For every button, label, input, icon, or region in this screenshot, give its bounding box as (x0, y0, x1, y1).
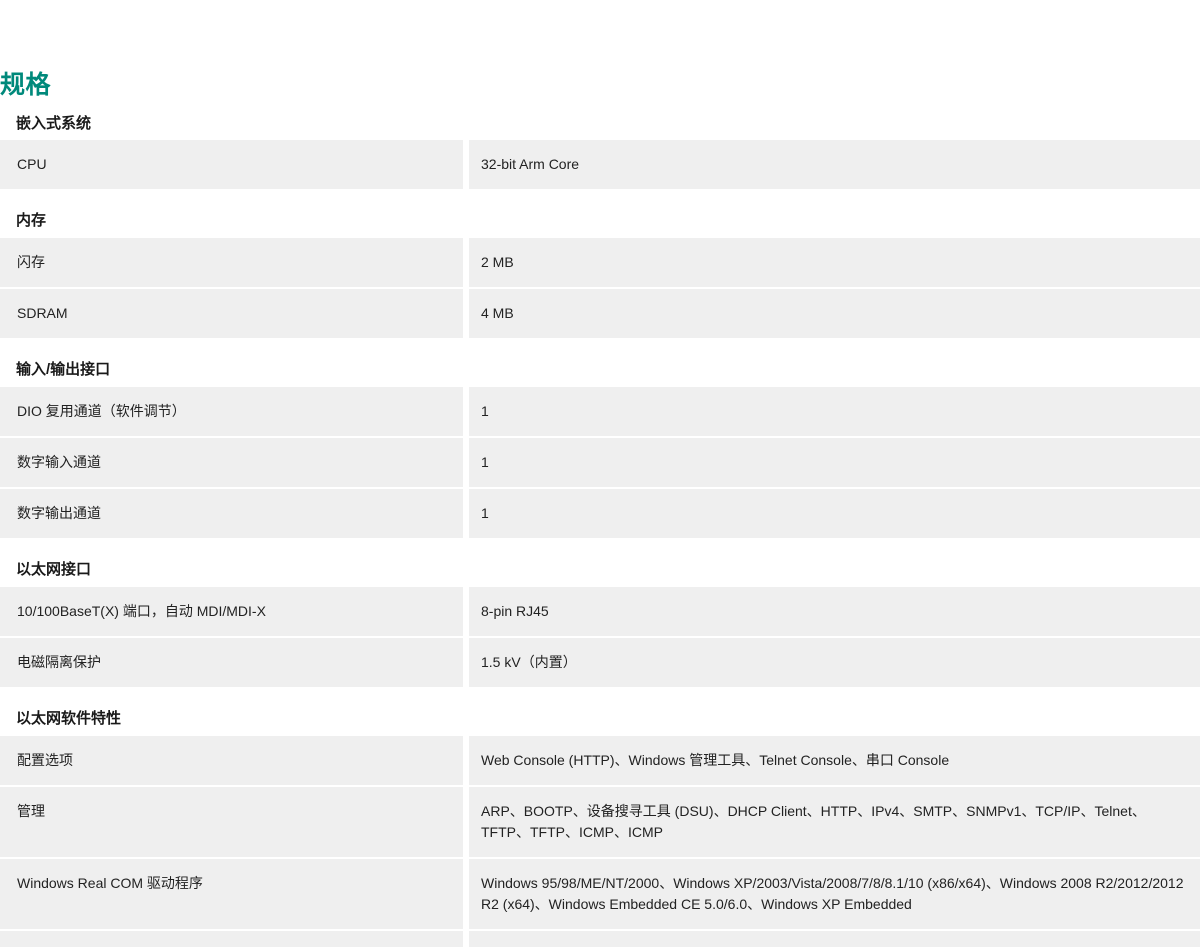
spec-group-rows: 闪存 2 MB SDRAM 4 MB (0, 238, 1200, 338)
table-row: 闪存 2 MB (0, 238, 1200, 287)
spec-value-cell: 32-bit Arm Core (469, 140, 1200, 189)
spec-group-rows: 10/100BaseT(X) 端口，自动 MDI/MDI-X 8-pin RJ45… (0, 587, 1200, 687)
spec-label-cell: 数字输出通道 (0, 489, 463, 538)
table-row: 电磁隔离保护 1.5 kV（内置） (0, 638, 1200, 687)
spec-value-cell: ARP、BOOTP、设备搜寻工具 (DSU)、DHCP Client、HTTP、… (469, 787, 1200, 857)
spec-label-cell: 配置选项 (0, 736, 463, 785)
spec-group: 以太网软件特性配置选项 Web Console (HTTP)、Windows 管理… (0, 704, 1200, 947)
spec-value-cell: 8-pin RJ45 (469, 587, 1200, 636)
spec-label-cell: 管理 (0, 787, 463, 857)
table-row: Windows Real COM 驱动程序 Windows 95/98/ME/NT… (0, 859, 1200, 929)
spec-group: 以太网接口 10/100BaseT(X) 端口，自动 MDI/MDI-X 8-pin… (0, 555, 1200, 687)
spec-label-cell: DIO 复用通道（软件调节） (0, 387, 463, 436)
spec-value-cell: 1.5 kV（内置） (469, 638, 1200, 687)
spec-label-cell: 闪存 (0, 238, 463, 287)
table-row: Linux Real TTY 驱动程序内核版本：2.4.x、2.6.x、3.x、… (0, 931, 1200, 947)
spec-group-heading: 内存 (16, 212, 47, 229)
table-row: 数字输出通道 1 (0, 489, 1200, 538)
specifications-table: 嵌入式系统 CPU 32-bit Arm Core 内存闪存 2 MB SDRAM 4 MB… (0, 110, 1200, 947)
table-row: SDRAM 4 MB (0, 289, 1200, 338)
spec-group-heading: 以太网软件特性 (16, 710, 122, 727)
table-row: 数字输入通道 1 (0, 438, 1200, 487)
spec-value-cell: 1 (469, 387, 1200, 436)
spec-label-cell: 数字输入通道 (0, 438, 463, 487)
spec-group-rows: CPU 32-bit Arm Core (0, 140, 1200, 189)
spec-label-cell: SDRAM (0, 289, 463, 338)
spec-group-heading: 以太网接口 (16, 561, 92, 578)
spec-label-cell: Windows Real COM 驱动程序 (0, 859, 463, 929)
spec-value-cell: 1 (469, 489, 1200, 538)
spec-group: 嵌入式系统 CPU 32-bit Arm Core (0, 110, 1200, 189)
spec-group: 输入/输出接口 DIO 复用通道（软件调节） 1 数字输入通道 1 数字输出通道 1 (0, 355, 1200, 538)
specifications-page: 规格 嵌入式系统 CPU 32-bit Arm Core 内存闪存 2 MB SDRAM 4… (0, 0, 1200, 947)
spec-value-cell: 4 MB (469, 289, 1200, 338)
table-row: DIO 复用通道（软件调节） 1 (0, 387, 1200, 436)
spec-label-cell: Linux Real TTY 驱动程序 (0, 931, 463, 947)
spec-label-cell: CPU (0, 140, 463, 189)
table-row: 10/100BaseT(X) 端口，自动 MDI/MDI-X 8-pin RJ45 (0, 587, 1200, 636)
spec-value-cell: 内核版本：2.4.x、2.6.x、3.x、4.x 和 5.x (469, 931, 1200, 947)
spec-value-cell: 2 MB (469, 238, 1200, 287)
spec-group-heading: 输入/输出接口 (16, 361, 111, 378)
spec-group-rows: DIO 复用通道（软件调节） 1 数字输入通道 1 数字输出通道 1 (0, 387, 1200, 538)
spec-group: 内存闪存 2 MB SDRAM 4 MB (0, 206, 1200, 338)
table-row: 配置选项 Web Console (HTTP)、Windows 管理工具、Teln… (0, 736, 1200, 785)
spec-group-heading: 嵌入式系统 (16, 115, 92, 132)
spec-group-rows: 配置选项 Web Console (HTTP)、Windows 管理工具、Teln… (0, 736, 1200, 947)
spec-value-cell: 1 (469, 438, 1200, 487)
table-row: 管理 ARP、BOOTP、设备搜寻工具 (DSU)、DHCP Client、HTT… (0, 787, 1200, 857)
page-title: 规格 (0, 71, 52, 99)
spec-label-cell: 10/100BaseT(X) 端口，自动 MDI/MDI-X (0, 587, 463, 636)
table-row: CPU 32-bit Arm Core (0, 140, 1200, 189)
spec-value-cell: Windows 95/98/ME/NT/2000、Windows XP/2003… (469, 859, 1200, 929)
spec-value-cell: Web Console (HTTP)、Windows 管理工具、Telnet C… (469, 736, 1200, 785)
spec-label-cell: 电磁隔离保护 (0, 638, 463, 687)
